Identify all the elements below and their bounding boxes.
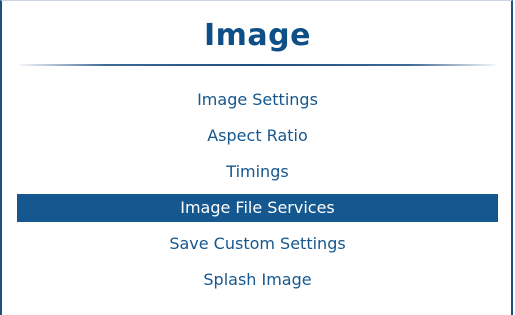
menu-item-image-file-services[interactable]: Image File Services xyxy=(17,194,498,222)
page-title: Image xyxy=(204,18,311,53)
menu-item-aspect-ratio[interactable]: Aspect Ratio xyxy=(17,118,498,154)
menu-item-timings[interactable]: Timings xyxy=(17,154,498,190)
title-divider xyxy=(20,64,495,66)
menu-item-image-settings[interactable]: Image Settings xyxy=(17,82,498,118)
menu-item-splash-image[interactable]: Splash Image xyxy=(17,262,498,298)
menu-item-save-custom-settings[interactable]: Save Custom Settings xyxy=(17,226,498,262)
image-menu: Image Settings Aspect Ratio Timings Imag… xyxy=(17,82,498,298)
